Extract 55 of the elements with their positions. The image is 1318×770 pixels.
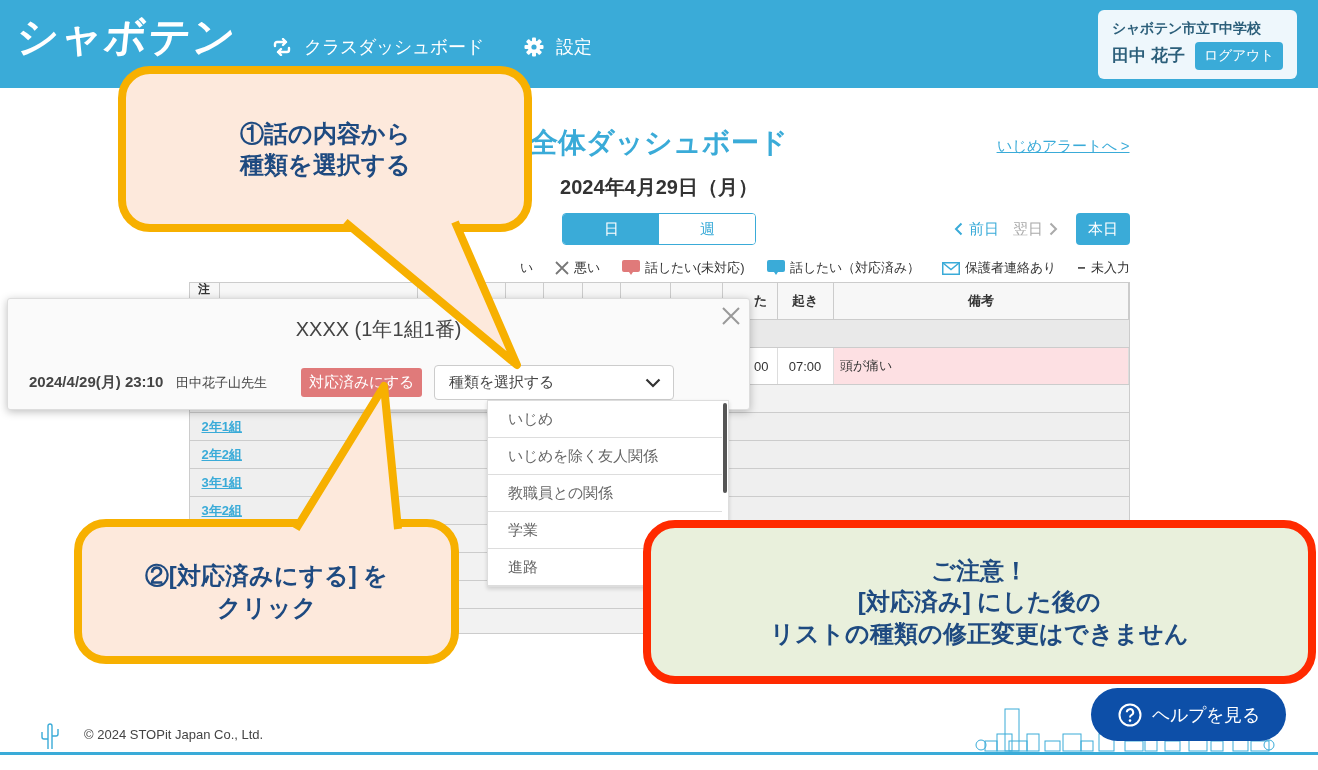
dash-icon (1077, 266, 1086, 270)
logout-button[interactable]: ログアウト (1195, 41, 1283, 70)
callout-text: ①話の内容から 種類を選択する (239, 118, 411, 180)
scrollbar-thumb[interactable] (723, 403, 727, 493)
today-button[interactable]: 本日 (1075, 213, 1130, 245)
school-name: シャボテン市立T中学校 (1112, 19, 1262, 38)
column-header: 備考 (967, 292, 994, 310)
category-select[interactable]: 種類を選択する (434, 365, 675, 400)
cactus-icon (40, 723, 60, 749)
table-cell: 07:00 (788, 358, 822, 374)
dropdown-option[interactable]: 進路 (508, 557, 538, 577)
close-icon (722, 307, 740, 325)
remarks-cell: 頭が痛い (833, 348, 1129, 384)
date-heading: 2024年4月29日（月） (559, 175, 759, 200)
user-name: 田中 花子 (1112, 45, 1185, 67)
class-link[interactable]: 2年2組 (201, 445, 242, 464)
teacher-name: 田中花子山先生 (176, 373, 268, 392)
report-datetime: 2024/4/29(月) 23:10 (29, 373, 164, 392)
dropdown-option[interactable]: 教職員との関係 (508, 483, 613, 503)
app-logo[interactable]: シャボテン (13, 16, 239, 58)
page-title: 全体ダッシュボード (530, 126, 788, 160)
legend-label: 話したい（対応済み） (789, 259, 920, 277)
alert-link[interactable]: いじめアラートへ > (996, 136, 1130, 156)
column-header: た (753, 292, 767, 310)
copyright-text: © 2024 STOPit Japan Co., Ltd. (84, 727, 264, 742)
legend-label: い (519, 259, 533, 277)
popup-title: XXXX (1年1組1番) (295, 317, 462, 342)
help-icon (1117, 702, 1142, 727)
previous-day-button[interactable]: 前日 (953, 219, 999, 239)
column-header: 注 (198, 283, 210, 295)
class-link[interactable]: 3年1組 (201, 473, 242, 492)
settings-icon (524, 37, 544, 57)
view-tab[interactable]: 日 (563, 214, 659, 244)
class-link[interactable]: 3年2組 (201, 501, 242, 520)
legend-label: 話したい(未対応) (644, 259, 745, 277)
dropdown-option[interactable]: 学業 (508, 520, 538, 540)
callout-text: ご注意！ [対応済み] にした後の リストの種類の修正変更はできません (770, 556, 1189, 649)
dropdown-option[interactable]: いじめ (508, 409, 553, 429)
dropdown-option[interactable]: いじめを除く友人関係 (508, 446, 658, 466)
class-link[interactable]: 2年1組 (201, 417, 242, 436)
legend-label: 未入力 (1090, 259, 1130, 277)
cross-icon (554, 261, 569, 275)
nav-link[interactable]: クラスダッシュボード (272, 35, 484, 59)
callout-text: ②[対応済みにする] を クリック (144, 561, 389, 623)
envelope-icon (941, 261, 960, 275)
chevron-right-icon (1048, 222, 1058, 236)
chevron-left-icon (953, 222, 963, 236)
nav-link[interactable]: 設定 (524, 35, 592, 59)
legend-label: 悪い (573, 259, 600, 277)
table-cell: 00 (754, 358, 769, 374)
sync-icon (272, 38, 292, 56)
help-button[interactable]: ヘルプを見る (1091, 688, 1286, 741)
chevron-down-icon (645, 377, 662, 388)
column-header: 起き (792, 292, 818, 310)
legend-label: 保護者連絡あり (964, 259, 1056, 277)
